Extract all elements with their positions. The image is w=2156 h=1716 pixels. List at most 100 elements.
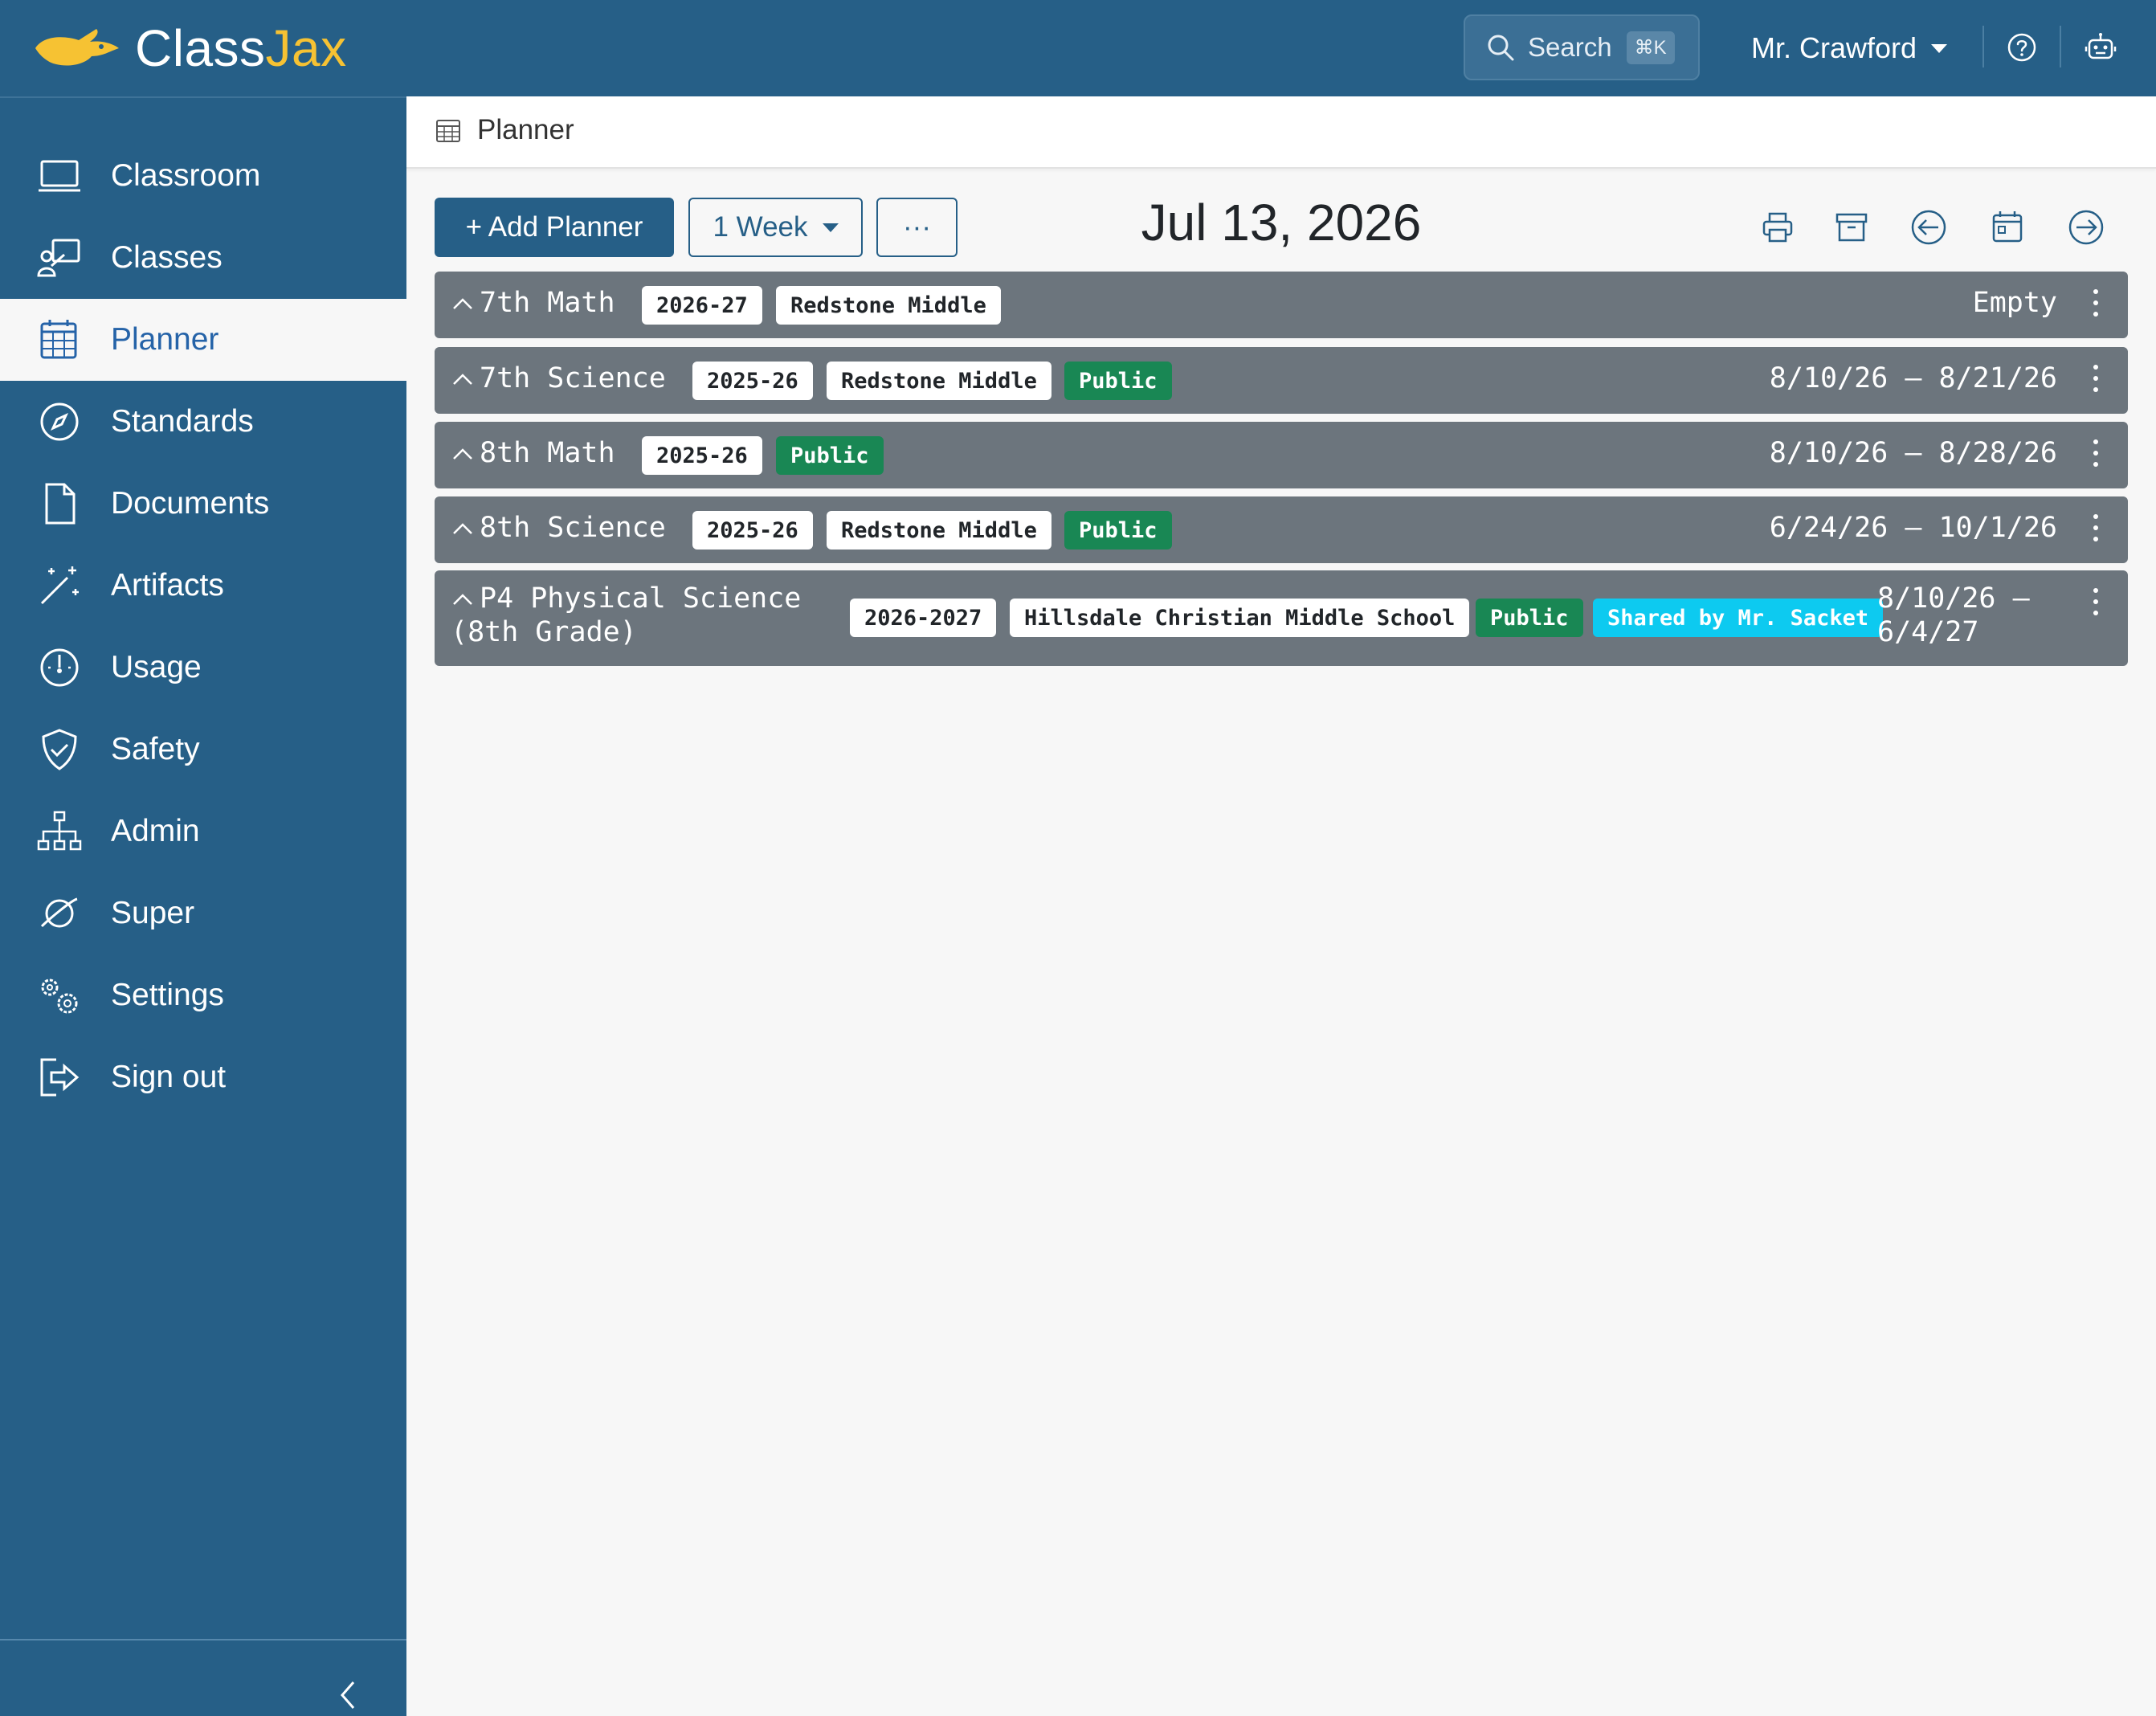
planner-dates: 8/10/26 – 8/28/26 <box>1769 437 2057 469</box>
sidebar-item-label: Super <box>111 896 195 930</box>
chevron-up-icon[interactable] <box>451 590 475 609</box>
school-badge: Redstone Middle <box>827 511 1051 550</box>
sidebar-item-artifacts[interactable]: Artifacts <box>0 545 406 627</box>
sidebar-item-planner[interactable]: Planner <box>0 299 406 381</box>
chevron-up-icon[interactable] <box>451 444 475 464</box>
breadcrumb-label: Planner <box>477 114 574 145</box>
sidebar-item-label: Settings <box>111 978 224 1012</box>
public-badge: Public <box>1064 362 1172 400</box>
school-badge: Redstone Middle <box>776 286 1001 325</box>
planner-title-line1: P4 Physical Science <box>480 582 802 615</box>
help-icon[interactable] <box>2003 29 2040 66</box>
planner-row[interactable]: P4 Physical Science (8th Grade) 2026-202… <box>435 570 2128 666</box>
speedometer-icon <box>40 648 79 687</box>
sidebar-divider <box>0 1639 406 1640</box>
search-label: Search <box>1528 32 1612 62</box>
range-dropdown[interactable]: 1 Week <box>688 198 863 257</box>
search-icon <box>1488 35 1514 61</box>
brand-logo[interactable]: ClassJax <box>32 18 347 79</box>
gears-icon <box>41 979 78 1014</box>
planner-title: 7th Science <box>480 362 666 394</box>
kebab-menu-icon[interactable] <box>2088 438 2104 470</box>
robot-icon[interactable] <box>2082 29 2119 66</box>
chevron-up-icon[interactable] <box>451 294 475 313</box>
next-arrow-icon[interactable] <box>2066 207 2106 247</box>
sidebar-item-admin[interactable]: Admin <box>0 791 406 872</box>
public-badge: Public <box>776 436 884 475</box>
sidebar-item-label: Usage <box>111 650 202 684</box>
search-shortcut: ⌘K <box>1626 31 1675 64</box>
planner-dates-line2: 6/4/27 <box>1877 616 1979 648</box>
user-menu-dropdown[interactable]: Mr. Crawford <box>1751 26 1948 71</box>
sidebar-item-documents[interactable]: Documents <box>0 463 406 545</box>
planner-dates: 8/10/26 – 8/21/26 <box>1769 362 2057 394</box>
chevron-left-icon[interactable] <box>331 1673 366 1716</box>
teacher-board-icon <box>37 239 80 277</box>
breadcrumb-planner[interactable]: Planner <box>434 114 574 146</box>
brand-name-part1: Class <box>135 19 266 77</box>
sidebar-item-safety[interactable]: Safety <box>0 709 406 791</box>
shield-check-icon <box>42 729 77 770</box>
sidebar-item-label: Safety <box>111 732 200 766</box>
laptop-icon <box>39 160 80 192</box>
sign-out-icon <box>40 1058 80 1097</box>
add-planner-button[interactable]: + Add Planner <box>435 198 674 257</box>
current-date: Jul 13, 2026 <box>1141 194 1422 251</box>
planner-row[interactable]: 8th Math 2025-26 Public 8/10/26 – 8/28/2… <box>435 422 2128 488</box>
planner-title-line2: (8th Grade) <box>451 616 637 648</box>
top-navbar: ClassJax Search ⌘K Mr. Crawford <box>0 0 2156 96</box>
sidebar-item-settings[interactable]: Settings <box>0 954 406 1036</box>
planner-title: 7th Math <box>480 287 615 319</box>
previous-arrow-icon[interactable] <box>1909 207 1949 247</box>
sidebar-item-label: Sign out <box>111 1060 227 1094</box>
sidebar: Classroom Classes Planner Standards Docu… <box>0 96 406 1716</box>
kebab-menu-icon[interactable] <box>2088 513 2104 545</box>
calendar-grid-icon <box>40 320 77 359</box>
sidebar-item-classes[interactable]: Classes <box>0 217 406 299</box>
sidebar-item-standards[interactable]: Standards <box>0 381 406 463</box>
shared-by-badge: Shared by Mr. Sacket <box>1593 599 1884 637</box>
school-badge: Hillsdale Christian Middle School <box>1010 599 1470 637</box>
chevron-up-icon[interactable] <box>451 370 475 389</box>
year-badge: 2026-2027 <box>850 599 997 637</box>
calendar-grid-icon <box>436 120 460 142</box>
public-badge: Public <box>1064 511 1172 550</box>
more-options-button[interactable]: ··· <box>876 198 958 257</box>
printer-icon[interactable] <box>1758 207 1798 247</box>
public-badge: Public <box>1476 599 1583 637</box>
sidebar-item-classroom[interactable]: Classroom <box>0 135 406 217</box>
planner-row[interactable]: 7th Math 2026-27 Redstone Middle Empty <box>435 272 2128 338</box>
brand-name-part2: Jax <box>265 19 347 77</box>
year-badge: 2026-27 <box>642 286 762 325</box>
planner-title: 8th Science <box>480 512 666 544</box>
sidebar-item-label: Artifacts <box>111 568 224 603</box>
search-button[interactable]: Search ⌘K <box>1464 14 1700 80</box>
sidebar-item-super[interactable]: Super <box>0 872 406 954</box>
kebab-menu-icon[interactable] <box>2088 288 2104 320</box>
orbit-icon <box>40 897 78 928</box>
chevron-up-icon[interactable] <box>451 519 475 538</box>
planner-dates-line1: 8/10/26 – <box>1877 582 2030 615</box>
calendar-today-icon[interactable] <box>1987 207 2027 247</box>
archive-icon[interactable] <box>1831 207 1872 247</box>
magic-wand-icon <box>40 566 79 605</box>
user-name: Mr. Crawford <box>1751 31 1917 64</box>
kebab-menu-icon[interactable] <box>2088 363 2104 395</box>
divider <box>1982 26 1984 67</box>
planner-row[interactable]: 7th Science 2025-26 Redstone Middle Publ… <box>435 347 2128 414</box>
year-badge: 2025-26 <box>692 362 813 400</box>
sidebar-item-label: Planner <box>111 322 219 357</box>
sidebar-item-label: Classes <box>111 240 223 275</box>
range-label: 1 Week <box>713 211 808 243</box>
sidebar-item-sign-out[interactable]: Sign out <box>0 1036 406 1118</box>
year-badge: 2025-26 <box>642 436 762 475</box>
planner-row[interactable]: 8th Science 2025-26 Redstone Middle Publ… <box>435 496 2128 563</box>
kebab-menu-icon[interactable] <box>2088 586 2104 619</box>
divider <box>2060 26 2061 67</box>
caret-down-icon <box>1931 43 1948 53</box>
planner-dates: Empty <box>1972 287 2057 319</box>
planner-title: 8th Math <box>480 437 615 469</box>
org-chart-icon <box>37 811 82 851</box>
sidebar-item-usage[interactable]: Usage <box>0 627 406 709</box>
year-badge: 2025-26 <box>692 511 813 550</box>
